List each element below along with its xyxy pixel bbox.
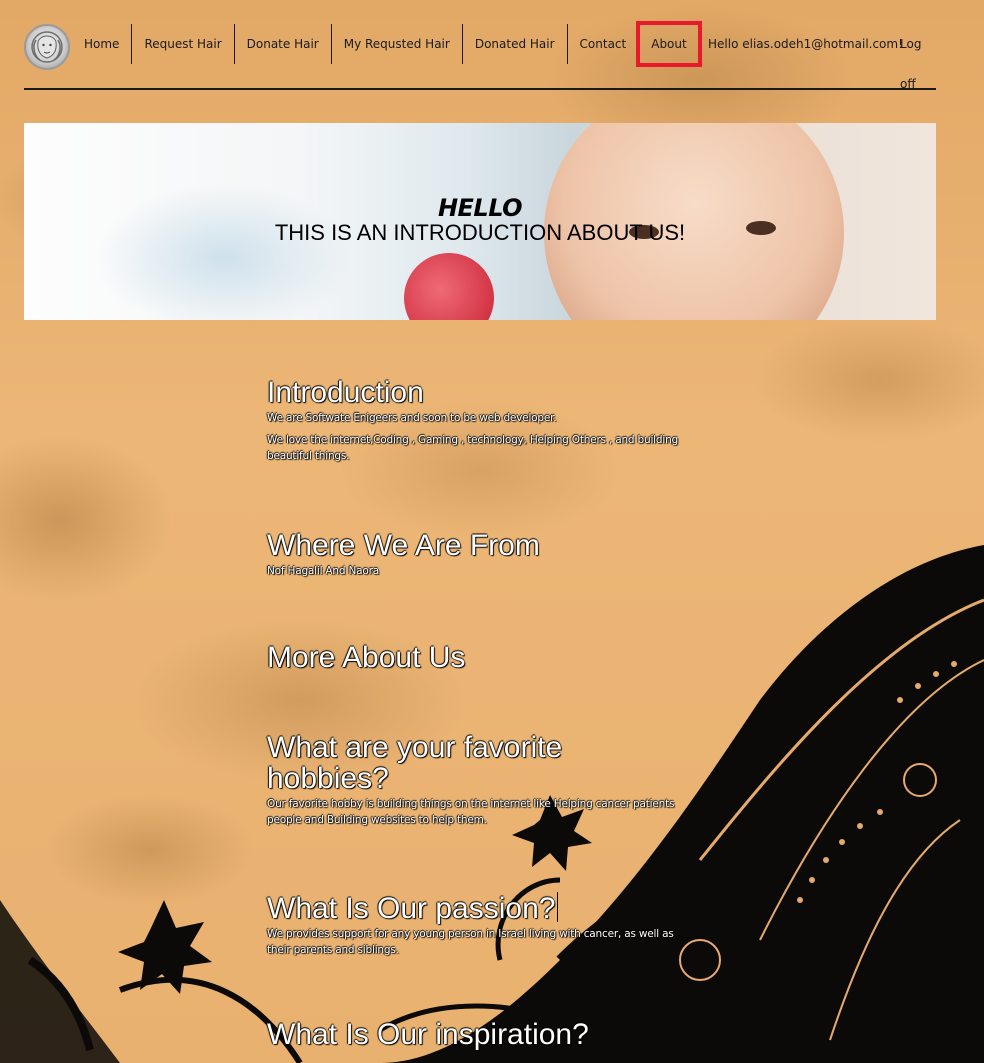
- section-text: Our favorite hobby is building things on…: [267, 798, 675, 826]
- top-navigation: Home Request Hair Donate Hair My Requste…: [24, 21, 936, 91]
- section-passion: What Is Our passion? We provides support…: [267, 892, 687, 958]
- nav-request-hair[interactable]: Request Hair: [132, 24, 235, 64]
- section-text: Nof Hagalil And Naora: [267, 565, 379, 577]
- hero-banner: HELLO THIS IS AN INTRODUCTION ABOUT US!: [24, 123, 936, 320]
- section-more-about: More About Us: [267, 642, 707, 673]
- section-heading: More About Us: [267, 641, 466, 674]
- section-hobbies: What are your favorite hobbies? Our favo…: [267, 732, 687, 828]
- nav-donate-hair[interactable]: Donate Hair: [235, 24, 332, 64]
- section-heading: Where We Are From: [267, 529, 540, 562]
- section-text: We provides support for any young person…: [267, 928, 674, 956]
- user-greeting: Hello elias.odeh1@hotmail.com!: [708, 37, 903, 51]
- nav-contact[interactable]: Contact: [568, 24, 640, 64]
- section-heading: What Is Our inspiration?: [267, 1018, 589, 1051]
- nav-home[interactable]: Home: [72, 24, 133, 64]
- nav-about[interactable]: About: [636, 21, 702, 67]
- nav-donated-hair[interactable]: Donated Hair: [463, 24, 568, 64]
- logo-icon[interactable]: [24, 24, 70, 70]
- section-heading: What Is Our passion?: [267, 892, 687, 924]
- section-text: We love the internet,Coding , Gaming , t…: [267, 434, 678, 462]
- hero-subtitle: THIS IS AN INTRODUCTION ABOUT US!: [274, 220, 686, 245]
- section-heading: Introduction: [267, 376, 424, 409]
- section-inspiration: What Is Our inspiration?: [267, 1019, 707, 1050]
- main-menu: Home Request Hair Donate Hair My Requste…: [72, 21, 702, 67]
- section-text: We are Softwate Enigeers and soon to be …: [267, 412, 557, 424]
- nav-divider: [24, 88, 936, 90]
- nav-my-requested-hair[interactable]: My Requsted Hair: [332, 24, 463, 64]
- face-emblem-icon: [31, 31, 63, 63]
- log-off-link[interactable]: Log off: [900, 24, 936, 91]
- hero-title: HELLO: [437, 194, 523, 222]
- section-introduction: Introduction We are Softwate Enigeers an…: [267, 377, 707, 464]
- section-where-from: Where We Are From Nof Hagalil And Naora: [267, 530, 707, 579]
- hero-text: HELLO THIS IS AN INTRODUCTION ABOUT US!: [24, 195, 936, 245]
- text-caret: [557, 892, 559, 922]
- section-heading: What are your favorite hobbies?: [267, 731, 563, 795]
